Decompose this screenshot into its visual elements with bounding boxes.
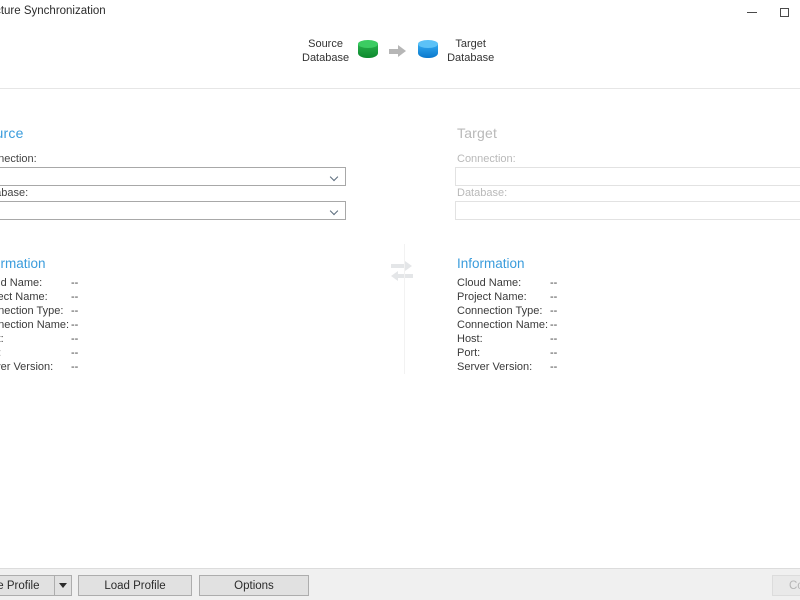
source-panel-heading: Source — [0, 125, 24, 141]
info-row: Cloud Name: -- — [0, 277, 78, 291]
maximize-button[interactable] — [768, 0, 800, 25]
info-row: Connection Type: -- — [0, 305, 78, 319]
info-row-value: -- — [550, 347, 558, 359]
save-profile-dropdown-button[interactable] — [55, 576, 71, 595]
info-row-key: Port: — [457, 347, 481, 359]
info-row-value: -- — [71, 305, 79, 317]
target-connection-combobox[interactable] — [455, 167, 800, 186]
info-row-value: -- — [71, 361, 79, 373]
continue-button[interactable]: Continue — [772, 575, 800, 596]
info-row: Connection Name:-- — [0, 319, 78, 333]
minimize-icon — [747, 12, 757, 13]
main-content: Source Connection: Database: Target Conn… — [0, 89, 800, 568]
structure-synchronization-window: Structure Synchronization Source Databas… — [0, 0, 800, 600]
source-connection-label: Connection: — [0, 153, 37, 165]
target-caption-line2: Database — [447, 52, 495, 64]
chevron-down-icon — [331, 174, 338, 181]
info-row: Port: -- — [457, 347, 557, 361]
source-caption-line2: Database — [302, 52, 350, 64]
info-row-value: -- — [550, 305, 558, 317]
source-connection-combobox[interactable] — [0, 167, 346, 186]
info-row: Project Name: -- — [0, 291, 78, 305]
info-row-value: -- — [550, 277, 558, 289]
target-information-list: Cloud Name: -- Project Name: -- Connection T… — [457, 277, 557, 375]
title-bar: Structure Synchronization — [0, 0, 800, 26]
source-information-list: Cloud Name:--Project Name:--Connection T… — [0, 277, 78, 375]
chevron-down-icon — [59, 583, 67, 588]
panel-divider — [404, 244, 405, 374]
info-row: Server Version: -- — [0, 361, 78, 375]
info-row: Port:-- — [0, 347, 78, 361]
info-row-value: -- — [550, 333, 558, 345]
source-database-caption: Source Database — [302, 37, 349, 65]
source-database-label: Database: — [0, 187, 29, 199]
info-row-key: Cloud Name: — [457, 277, 522, 289]
info-row-value: -- — [71, 333, 79, 345]
info-row-value: -- — [550, 291, 558, 303]
info-row: Project Name: -- — [457, 291, 557, 305]
minimize-button[interactable] — [736, 0, 768, 25]
arrow-right-icon — [387, 42, 409, 60]
source-database-icon — [358, 40, 379, 62]
info-row: Cloud Name: -- — [457, 277, 557, 291]
info-row-value: -- — [71, 319, 79, 331]
info-row-key: Connection Name: — [0, 319, 70, 331]
target-connection-label: Connection: — [457, 153, 516, 165]
info-row-key: Port: — [0, 347, 71, 359]
info-row-value: -- — [550, 361, 558, 373]
source-database-combobox[interactable] — [0, 201, 346, 220]
info-row-value: -- — [71, 291, 79, 303]
save-profile-button[interactable]: Save Profile — [0, 576, 54, 595]
target-database-icon — [418, 40, 439, 62]
info-row-key: Project Name: — [0, 291, 48, 303]
info-row: Connection Type: -- — [457, 305, 557, 319]
info-row-value: -- — [71, 277, 79, 289]
options-button[interactable]: Options — [199, 575, 309, 596]
info-row-key: Host: — [0, 333, 4, 345]
window-title: Structure Synchronization — [0, 5, 106, 17]
info-row: Connection Name:-- — [457, 319, 557, 333]
info-row-value: -- — [550, 319, 558, 331]
header-banner: Source Database Target Database — [0, 25, 800, 89]
info-row-key: Cloud Name: — [0, 277, 43, 289]
target-caption-line1: Target — [455, 38, 486, 50]
sync-flow-diagram: Source Database Target Database — [302, 37, 494, 65]
source-caption-line1: Source — [308, 38, 343, 50]
info-row-value: -- — [71, 347, 79, 359]
info-row: Server Version: -- — [457, 361, 557, 375]
info-row-key: Project Name: — [457, 291, 527, 303]
target-database-combobox[interactable] — [455, 201, 800, 220]
info-row: Host: -- — [0, 333, 78, 347]
maximize-icon — [779, 8, 789, 17]
source-information-title: Information — [0, 256, 46, 271]
info-row-key: Host: — [457, 333, 483, 345]
info-row-key: Server Version: — [0, 361, 54, 373]
info-row-key: Server Version: — [457, 361, 533, 373]
info-row-key: Connection Type: — [457, 305, 543, 317]
info-row-key: Connection Name: — [457, 319, 549, 331]
save-profile-split-button[interactable]: Save Profile — [0, 575, 72, 596]
target-database-caption: Target Database — [447, 37, 494, 65]
footer-toolbar: Save Profile Load Profile Options Contin… — [0, 568, 800, 600]
window-controls — [736, 0, 800, 25]
swap-arrows-icon[interactable] — [390, 261, 414, 283]
info-row: Host: -- — [457, 333, 557, 347]
target-information-title: Information — [457, 256, 525, 271]
load-profile-button[interactable]: Load Profile — [78, 575, 192, 596]
target-panel-heading: Target — [457, 125, 498, 141]
info-row-key: Connection Type: — [0, 305, 64, 317]
target-database-label: Database: — [457, 187, 508, 199]
chevron-down-icon — [331, 208, 338, 215]
